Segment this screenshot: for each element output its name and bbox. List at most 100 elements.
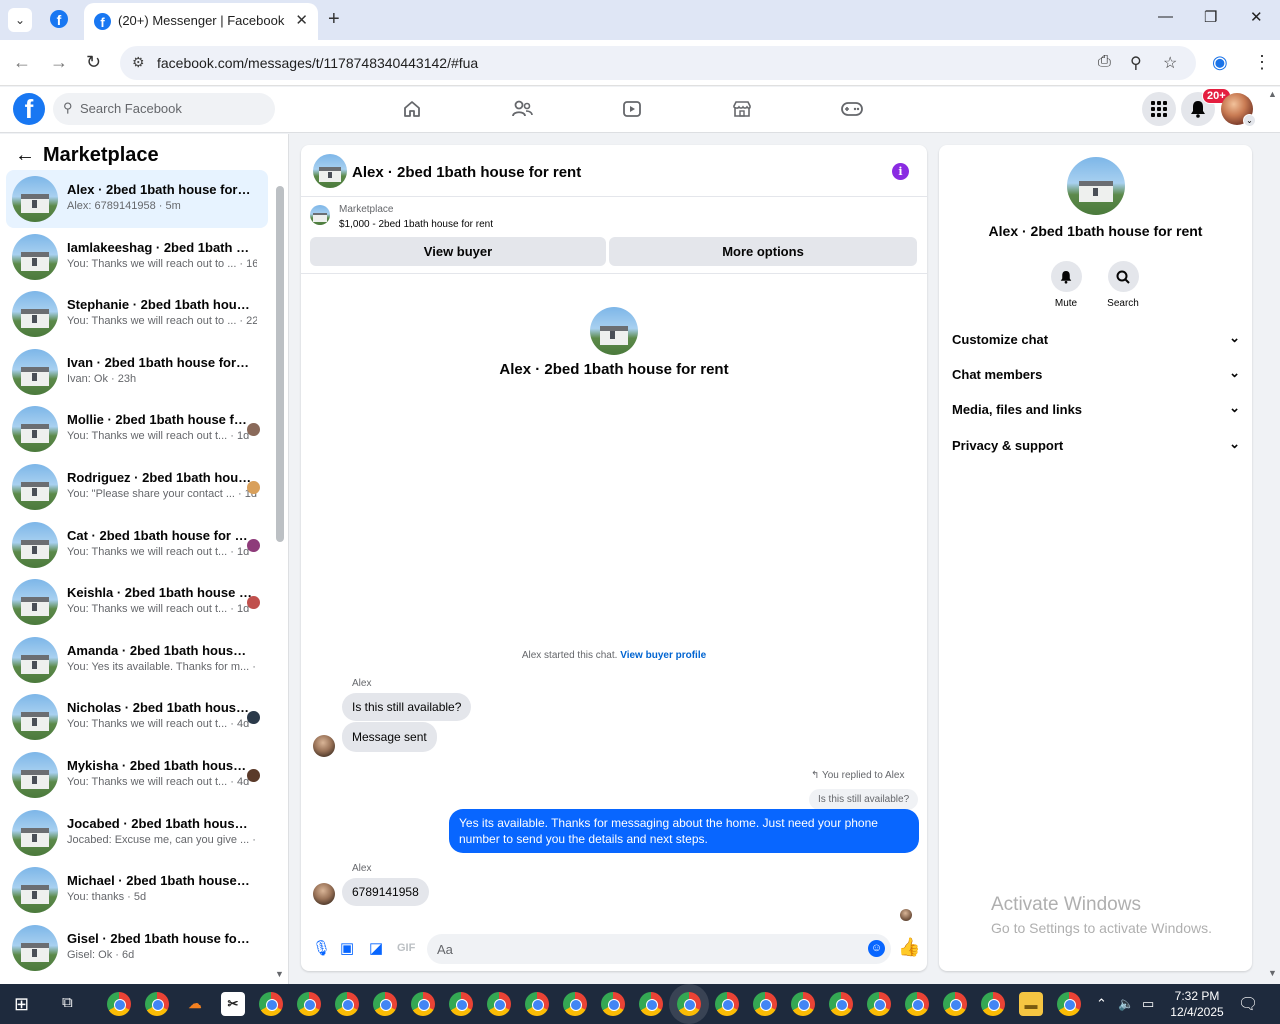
chrome-app-icon[interactable] <box>715 992 739 1016</box>
thumbs-up-icon[interactable]: 👍 <box>898 937 920 958</box>
browser-profile-icon[interactable]: ◉ <box>1212 52 1228 73</box>
photo-attach-icon[interactable]: ▣ <box>340 939 354 957</box>
incoming-message[interactable]: 6789141958 <box>342 878 429 906</box>
chrome-app-icon[interactable] <box>107 992 131 1016</box>
chrome-app-icon[interactable] <box>791 992 815 1016</box>
chrome-app-icon[interactable] <box>829 992 853 1016</box>
file-explorer-icon[interactable]: ▬ <box>1019 992 1043 1016</box>
gif-icon[interactable]: GIF <box>397 942 415 954</box>
back-arrow-icon[interactable]: ← <box>13 52 31 73</box>
menu-grid-icon[interactable] <box>1142 92 1176 126</box>
site-settings-icon[interactable]: ⚙ <box>132 54 145 71</box>
incoming-message[interactable]: Is this still available? <box>342 693 472 721</box>
facebook-logo-icon[interactable]: f <box>13 93 45 125</box>
chat-title[interactable]: Alex · 2bed 1bath house for rent <box>352 164 581 181</box>
conversation-item[interactable]: Gisel · 2bed 1bath house for rent Gisel: … <box>6 919 268 977</box>
customize-chat-section[interactable]: Customize chat ⌄ <box>952 330 1240 352</box>
facebook-pinned-tab-icon[interactable]: f <box>50 10 68 28</box>
search-icon[interactable] <box>1107 261 1139 292</box>
tray-chevron-up-icon[interactable]: ⌃ <box>1096 996 1107 1012</box>
tab-search-chevron-icon[interactable]: ⌄ <box>8 8 32 32</box>
chrome-app-icon[interactable] <box>145 992 169 1016</box>
conversation-item[interactable]: Cat · 2bed 1bath house for rent You: Than… <box>6 516 268 574</box>
conversation-item[interactable]: Amanda · 2bed 1bath house for ... You: Ye… <box>6 631 268 689</box>
chrome-app-icon[interactable] <box>449 992 473 1016</box>
conversation-item[interactable]: Nicholas · 2bed 1bath house f... You: Tha… <box>6 688 268 746</box>
video-icon[interactable] <box>620 97 644 121</box>
listing-price-title[interactable]: $1,000 - 2bed 1bath house for rent <box>339 219 493 230</box>
friends-icon[interactable] <box>510 97 534 121</box>
restore-icon[interactable]: ❐ <box>1204 8 1217 26</box>
facebook-search-input[interactable]: ⚲ Search Facebook <box>53 93 275 125</box>
bookmark-star-icon[interactable]: ☆ <box>1163 53 1177 73</box>
speaker-icon[interactable]: 🔈 <box>1118 996 1134 1012</box>
sticker-icon[interactable]: ◪ <box>369 939 383 957</box>
chrome-app-icon[interactable] <box>525 992 549 1016</box>
chrome-app-icon[interactable] <box>905 992 929 1016</box>
omnibox[interactable]: ⚙ facebook.com/messages/t/11787483404431… <box>120 46 1196 80</box>
task-view-icon[interactable]: ⧉ <box>62 994 73 1011</box>
conversation-item[interactable]: Alex · 2bed 1bath house for rent Alex: 67… <box>6 170 268 228</box>
chrome-app-icon[interactable] <box>373 992 397 1016</box>
view-buyer-profile-link[interactable]: View buyer profile <box>620 650 706 661</box>
marketplace-icon[interactable] <box>730 97 754 121</box>
window-close-icon[interactable]: ✕ <box>1250 8 1263 26</box>
outgoing-message[interactable]: Yes its available. Thanks for messaging … <box>449 809 919 853</box>
capcut-app-icon[interactable]: ✂ <box>221 992 245 1016</box>
home-icon[interactable] <box>400 97 424 121</box>
sidebar-scrollbar[interactable] <box>276 186 284 542</box>
listing-profile-image[interactable] <box>1067 157 1125 215</box>
conversation-item[interactable]: Jocabed · 2bed 1bath house for ... Jocabe… <box>6 804 268 862</box>
chrome-app-icon[interactable] <box>639 992 663 1016</box>
chrome-app-icon[interactable] <box>259 992 283 1016</box>
conversation-item[interactable]: Iamlakeeshag · 2bed 1bath hou... You: Tha… <box>6 228 268 286</box>
zoom-icon[interactable]: ⚲ <box>1130 53 1142 73</box>
account-avatar[interactable]: ⌄ <box>1221 93 1256 127</box>
search-action[interactable]: Search <box>1093 261 1153 309</box>
taskbar-clock[interactable]: 7:32 PM 12/4/2025 <box>1162 988 1232 1020</box>
chrome-app-icon[interactable] <box>563 992 587 1016</box>
chrome-app-icon[interactable] <box>487 992 511 1016</box>
media-files-links-section[interactable]: Media, files and links ⌄ <box>952 400 1240 422</box>
view-buyer-button[interactable]: View buyer <box>310 237 606 266</box>
new-tab-button[interactable]: + <box>328 8 340 31</box>
sender-avatar[interactable] <box>313 883 335 905</box>
privacy-support-section[interactable]: Privacy & support ⌄ <box>952 436 1240 458</box>
scroll-down-arrow-icon[interactable]: ▼ <box>275 969 284 979</box>
mute-bell-icon[interactable] <box>1050 261 1082 292</box>
browser-menu-icon[interactable]: ⋮ <box>1253 52 1271 73</box>
active-tab[interactable]: f (20+) Messenger | Facebook ✕ <box>84 3 318 40</box>
chrome-app-icon[interactable] <box>411 992 435 1016</box>
more-options-button[interactable]: More options <box>609 237 917 266</box>
incoming-message[interactable]: Message sent <box>342 722 437 752</box>
chrome-app-icon[interactable] <box>335 992 359 1016</box>
close-tab-icon[interactable]: ✕ <box>295 11 308 29</box>
message-input[interactable]: Aa ☺ <box>427 934 891 964</box>
conversation-item[interactable]: Mykisha · 2bed 1bath house f... You: Than… <box>6 746 268 804</box>
windows-start-icon[interactable]: ⊞ <box>14 994 29 1015</box>
sender-avatar[interactable] <box>313 735 335 757</box>
chrome-app-icon-active[interactable] <box>677 992 701 1016</box>
url-text[interactable]: facebook.com/messages/t/1178748340443142… <box>157 55 478 71</box>
forward-arrow-icon[interactable]: → <box>50 52 68 73</box>
conversation-info-icon[interactable]: i <box>892 163 909 180</box>
chrome-app-icon[interactable] <box>601 992 625 1016</box>
conversation-item[interactable]: Mollie · 2bed 1bath house for... You: Tha… <box>6 400 268 458</box>
conversation-item[interactable]: Stephanie · 2bed 1bath house f... You: Th… <box>6 285 268 343</box>
chrome-app-icon[interactable] <box>1057 992 1081 1016</box>
install-app-icon[interactable]: ⎙ <box>1098 53 1111 71</box>
network-icon[interactable]: ▭ <box>1142 996 1154 1012</box>
back-arrow-icon[interactable]: ← <box>15 144 35 166</box>
conversation-item[interactable]: Rodriguez · 2bed 1bath hous... You: "Plea… <box>6 458 268 516</box>
conversation-item[interactable]: Ivan · 2bed 1bath house for rent Ivan: Ok… <box>6 343 268 401</box>
listing-thumbnail[interactable] <box>313 154 347 188</box>
microphone-icon[interactable]: 🎙 <box>312 939 331 957</box>
chrome-app-icon[interactable] <box>867 992 891 1016</box>
emoji-icon[interactable]: ☺ <box>868 940 885 957</box>
chat-members-section[interactable]: Chat members ⌄ <box>952 365 1240 387</box>
notification-center-icon[interactable]: 🗨 <box>1238 994 1258 1014</box>
chrome-app-icon[interactable] <box>753 992 777 1016</box>
conversation-item[interactable]: Keishla · 2bed 1bath house fo... You: Tha… <box>6 573 268 631</box>
reload-icon[interactable]: ↻ <box>86 52 101 73</box>
page-scroll-down-icon[interactable]: ▼ <box>1268 968 1277 978</box>
